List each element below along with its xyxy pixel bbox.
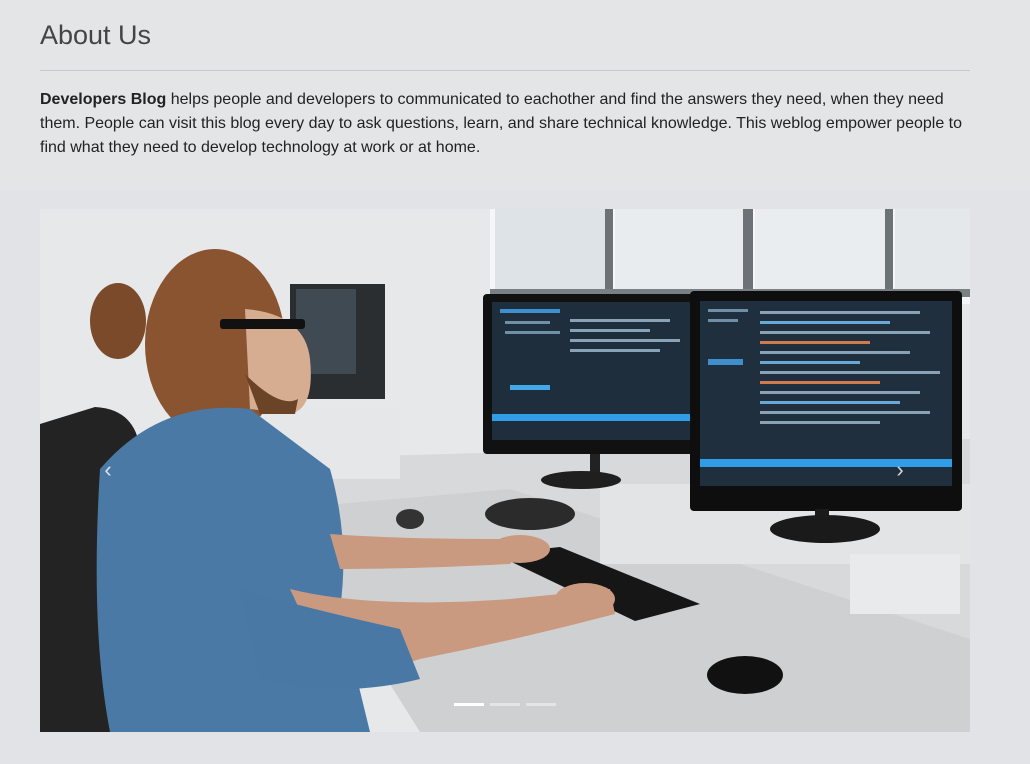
carousel-prev-icon[interactable]: ‹ — [97, 459, 119, 481]
carousel-indicator-3[interactable] — [526, 703, 556, 706]
image-carousel: ‹ › — [40, 209, 970, 732]
carousel-slide-image — [40, 209, 970, 732]
carousel-indicator-1[interactable] — [454, 703, 484, 706]
about-description: Developers Blog helps people and develop… — [40, 88, 975, 160]
carousel-indicators — [454, 703, 556, 706]
divider — [40, 70, 970, 71]
carousel-next-icon[interactable]: › — [889, 459, 911, 481]
page-title: About Us — [40, 20, 152, 50]
carousel-indicator-2[interactable] — [490, 703, 520, 706]
about-text: helps people and developers to communica… — [40, 91, 963, 156]
about-section: About Us Developers Blog helps people an… — [0, 0, 1030, 190]
brand-name: Developers Blog — [40, 91, 167, 108]
